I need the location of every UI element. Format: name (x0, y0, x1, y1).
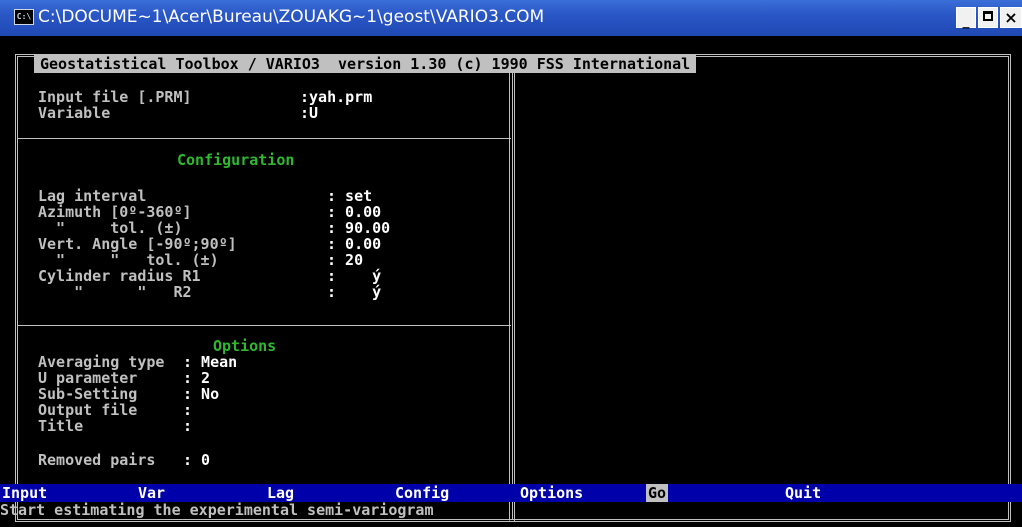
window-title-bar[interactable]: C:\ C:\DOCUME~1\Acer\Bureau\ZOUAKG~1\geo… (0, 0, 1022, 36)
config-value[interactable]: : 90.00 (327, 220, 390, 236)
config-value[interactable]: : 20 (327, 252, 363, 268)
minimize-button[interactable]: _ (956, 7, 976, 29)
config-label: Lag interval (38, 187, 219, 205)
menu-lag[interactable]: Lag (267, 484, 294, 502)
console-icon: C:\ (14, 9, 34, 25)
option-value[interactable]: : No (183, 386, 219, 402)
input-file-label: Input file [.PRM] (38, 88, 192, 106)
option-label: Output file (38, 401, 174, 419)
program-header: Geostatistical Toolbox / VARIO3 version … (34, 55, 697, 73)
menu-quit[interactable]: Quit (785, 484, 821, 502)
menu-config[interactable]: Config (395, 484, 449, 502)
window-title: C:\DOCUME~1\Acer\Bureau\ZOUAKG~1\geost\V… (38, 7, 545, 27)
option-label: Removed pairs (38, 451, 174, 469)
menu-bar: Input Var Lag Config Options Go Quit (0, 484, 1022, 502)
output-panel (509, 54, 1011, 522)
configuration-title: Configuration (177, 151, 295, 169)
option-label: Title (38, 417, 174, 435)
option-value[interactable]: : Mean (183, 354, 237, 370)
config-value[interactable]: : 0.00 (327, 204, 381, 220)
option-value[interactable]: : (183, 418, 192, 434)
config-label: Vert. Angle [-90º;90º] (38, 235, 246, 253)
maximize-button[interactable] (978, 7, 998, 28)
variable-label: Variable (38, 104, 111, 122)
option-value[interactable]: : 2 (183, 370, 210, 386)
menu-go[interactable]: Go (646, 484, 669, 502)
config-value[interactable]: : 0.00 (327, 236, 381, 252)
config-label: Azimuth [0º-360º] (38, 203, 219, 221)
config-label: " tol. (±) (38, 219, 219, 237)
console-area[interactable]: Geostatistical Toolbox / VARIO3 version … (0, 36, 1022, 527)
option-value[interactable]: : (183, 402, 192, 418)
variable-value[interactable]: :U (300, 105, 318, 121)
config-value[interactable]: : set (327, 188, 372, 204)
config-value[interactable]: : ý (327, 284, 381, 300)
input-file-value[interactable]: :yah.prm (300, 89, 372, 105)
menu-var[interactable]: Var (138, 484, 165, 502)
options-title: Options (213, 337, 277, 355)
close-button[interactable]: × (1000, 7, 1022, 28)
panel-divider (18, 325, 511, 326)
config-label: Cylinder radius R1 (38, 267, 219, 285)
status-line: Start estimating the experimental semi-v… (0, 502, 1022, 527)
menu-input[interactable]: Input (2, 484, 47, 502)
config-label: " " R2 (38, 283, 210, 301)
panel-divider (18, 138, 511, 139)
option-value[interactable]: : 0 (183, 452, 210, 468)
status-text: Start estimating the experimental semi-v… (0, 501, 434, 519)
option-label: U parameter (38, 369, 174, 387)
option-label: Sub-Setting (38, 385, 174, 403)
maximize-icon (983, 11, 993, 21)
config-value[interactable]: : ý (327, 268, 381, 284)
config-label: " " tol. (±) (38, 251, 228, 269)
option-label: Averaging type (38, 353, 174, 371)
menu-options[interactable]: Options (520, 484, 583, 502)
